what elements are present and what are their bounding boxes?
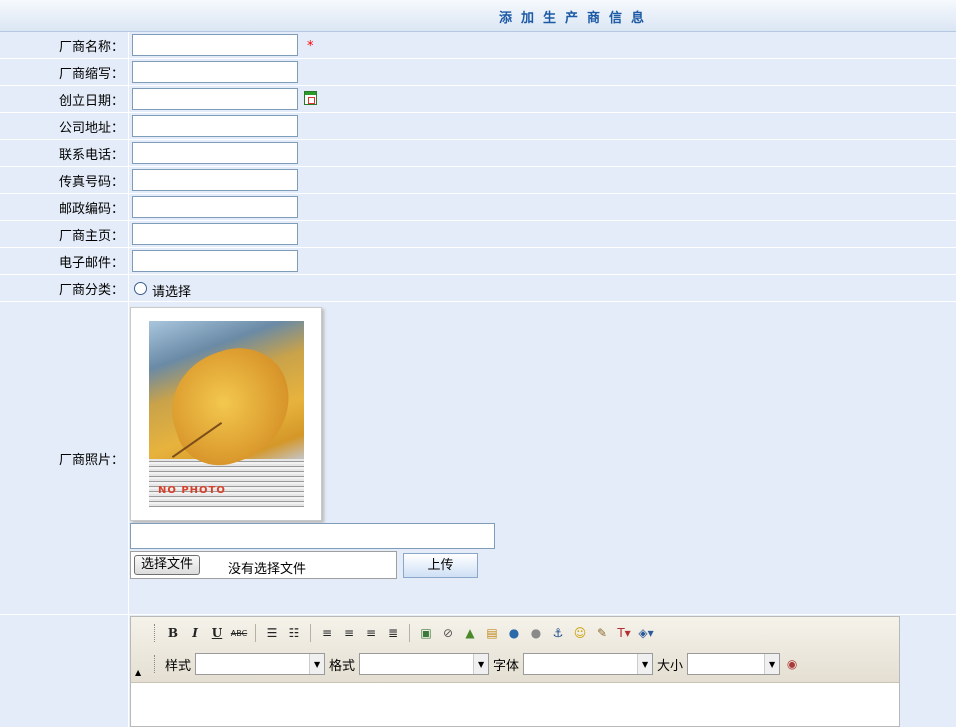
toolbar-separator [409,624,410,642]
unordered-list-icon[interactable]: ☷ [284,623,304,643]
homepage-label: 厂商主页： [0,221,129,247]
no-photo-text: NO PHOTO [158,485,226,496]
photo-preview: NO PHOTO [130,307,322,521]
toolbar-row-1: B I U ABC ☰ ☷ ≡ ≡ ≡ ≣ ▣ ⊘ ▲ ▤ ● ● ⚓ ☺ ✎ … [151,623,656,643]
row-vendor-name: 厂商名称： * [0,32,956,59]
photo-placeholder-image: NO PHOTO [149,321,304,507]
file-input[interactable]: 选择文件 没有选择文件 [130,551,397,579]
anchor-icon[interactable]: ⚓ [548,623,568,643]
category-label: 厂商分类： [0,275,129,301]
align-justify-icon[interactable]: ≣ [383,623,403,643]
align-center-icon[interactable]: ≡ [339,623,359,643]
required-mark: * [307,39,314,54]
size-label: 大小 [657,658,684,674]
chevron-down-icon: ▼ [473,654,489,674]
category-radio[interactable] [134,282,147,295]
about-icon[interactable]: ◉ [782,654,802,674]
size-select[interactable]: ▼ [687,653,781,675]
row-vendor-abbr: 厂商缩写： [0,59,956,86]
photo-label: 厂商照片： [0,302,129,614]
phone-label: 联系电话： [0,140,129,166]
format-select[interactable]: ▼ [359,653,490,675]
file-icon[interactable]: ▤ [482,623,502,643]
style-select[interactable]: ▼ [195,653,326,675]
toolbar-row-2: 样式 ▼ 格式 ▼ 字体 ▼ 大小 ▼ ◉ [151,653,802,675]
email-label: 电子邮件： [0,248,129,274]
address-input[interactable] [132,115,298,137]
page-title: 添加生产商信息 [499,11,654,26]
chevron-down-icon: ▼ [309,654,325,674]
ordered-list-icon[interactable]: ☰ [262,623,282,643]
postcode-input[interactable] [132,196,298,218]
row-phone: 联系电话： [0,140,956,167]
toolbar-grip [154,624,158,642]
bold-icon[interactable]: B [163,623,183,643]
email-input[interactable] [132,250,298,272]
media-icon[interactable]: ▲ [460,623,480,643]
page-header: 添加生产商信息 [0,0,956,32]
row-founded-date: 创立日期： [0,86,956,113]
align-right-icon[interactable]: ≡ [361,623,381,643]
italic-icon[interactable]: I [185,623,205,643]
fax-label: 传真号码： [0,167,129,193]
bg-color-icon[interactable]: ◈▾ [636,623,656,643]
address-label: 公司地址： [0,113,129,139]
unlink-icon[interactable]: ● [526,623,546,643]
special-char-icon[interactable]: ✎ [592,623,612,643]
homepage-input[interactable] [132,223,298,245]
text-color-icon[interactable]: T▾ [614,623,634,643]
toolbar-collapse-icon[interactable]: ▲ [135,669,143,677]
row-postcode: 邮政编码： [0,194,956,221]
choose-file-button[interactable]: 选择文件 [134,555,201,575]
strikethrough-icon[interactable]: ABC [229,623,249,643]
toolbar-grip [154,655,158,673]
file-status-text: 没有选择文件 [228,562,307,577]
phone-input[interactable] [132,142,298,164]
chevron-down-icon: ▼ [637,654,653,674]
smiley-icon[interactable]: ☺ [570,623,590,643]
toolbar-separator [310,624,311,642]
founded-date-input[interactable] [132,88,298,110]
vendor-name-label: 厂商名称： [0,32,129,58]
row-email: 电子邮件： [0,248,956,275]
row-fax: 传真号码： [0,167,956,194]
chevron-down-icon: ▼ [764,654,780,674]
align-left-icon[interactable]: ≡ [317,623,337,643]
leaf-shape [156,335,304,477]
row-homepage: 厂商主页： [0,221,956,248]
font-select[interactable]: ▼ [523,653,654,675]
underline-icon[interactable]: U [207,623,227,643]
newspaper-texture [149,459,304,507]
format-label: 格式 [329,658,356,674]
upload-button[interactable]: 上传 [403,553,478,578]
toolbar-separator [255,624,256,642]
photo-path-input[interactable] [130,523,495,549]
link-icon[interactable]: ● [504,623,524,643]
calendar-icon[interactable] [304,91,317,105]
row-category: 厂商分类： 请选择 [0,275,956,302]
vendor-abbr-input[interactable] [132,61,298,83]
row-address: 公司地址： [0,113,956,140]
editor-label [0,615,129,727]
editor-toolbar: B I U ABC ☰ ☷ ≡ ≡ ≡ ≣ ▣ ⊘ ▲ ▤ ● ● ⚓ ☺ ✎ … [131,617,899,683]
fax-input[interactable] [132,169,298,191]
category-option-label[interactable]: 请选择 [152,281,191,300]
image-icon[interactable]: ▣ [416,623,436,643]
font-label: 字体 [493,658,520,674]
vendor-name-input[interactable] [132,34,298,56]
founded-date-label: 创立日期： [0,86,129,112]
style-label: 样式 [165,658,192,674]
postcode-label: 邮政编码： [0,194,129,220]
rich-text-editor: B I U ABC ☰ ☷ ≡ ≡ ≡ ≣ ▣ ⊘ ▲ ▤ ● ● ⚓ ☺ ✎ … [130,616,900,727]
vendor-abbr-label: 厂商缩写： [0,59,129,85]
flash-icon[interactable]: ⊘ [438,623,458,643]
